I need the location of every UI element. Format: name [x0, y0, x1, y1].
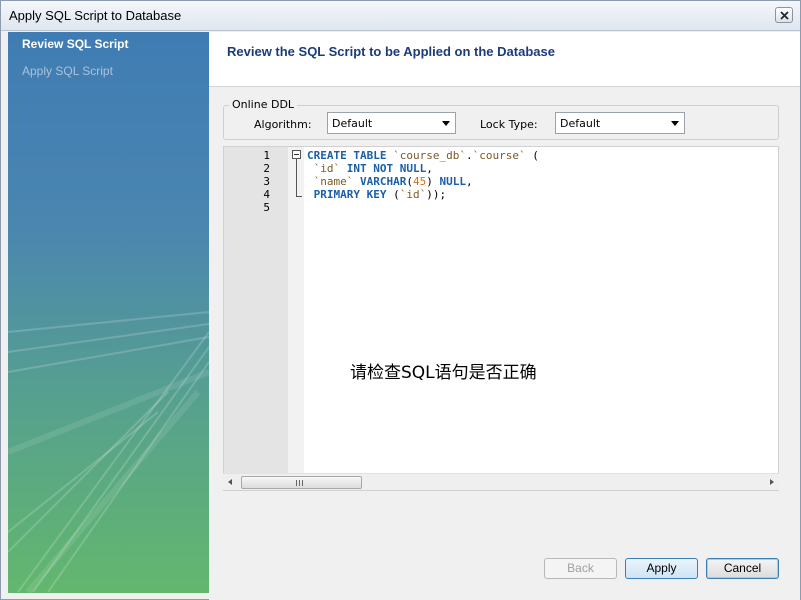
sql-number: 45 [412, 175, 427, 188]
apply-button[interactable]: Apply [625, 558, 698, 579]
grip-icon [296, 480, 303, 486]
sql-identifier: `id` [399, 188, 427, 201]
algorithm-value: Default [332, 117, 373, 130]
sql-keyword: VARCHAR [360, 175, 407, 188]
sql-identifier: `course` [472, 149, 526, 162]
fold-end [296, 196, 302, 197]
algorithm-select[interactable]: Default [327, 112, 456, 134]
algorithm-label: Algorithm: [254, 118, 312, 131]
code-line: PRIMARY KEY (`id`)); [307, 188, 446, 201]
sql-text: , [426, 162, 433, 175]
cancel-button[interactable]: Cancel [706, 558, 779, 579]
line-number-gutter: 1 2 3 4 5 [224, 147, 288, 490]
online-ddl-legend: Online DDL [229, 98, 298, 111]
page-header: Review the SQL Script to be Applied on t… [209, 32, 800, 87]
sql-keyword: CREATE TABLE [307, 149, 387, 162]
line-number: 4 [263, 188, 270, 201]
annotation-text: 请检查SQL语句是否正确 [350, 363, 537, 383]
line-number: 3 [263, 175, 270, 188]
chevron-down-icon [671, 121, 679, 126]
sql-text: . [465, 149, 473, 162]
sql-identifier: `id` [313, 162, 341, 175]
scroll-right-icon[interactable] [770, 479, 774, 485]
sql-identifier: `name` [313, 175, 354, 188]
sidebar-decoration [8, 311, 209, 593]
fold-line [296, 159, 297, 197]
scroll-left-icon[interactable] [228, 479, 232, 485]
lock-type-select[interactable]: Default [555, 112, 685, 134]
wizard-sidebar: Review SQL Script Apply SQL Script [8, 32, 209, 593]
sql-identifier: `course_db` [393, 149, 466, 162]
step-apply-sql-script: Apply SQL Script [22, 64, 113, 78]
dialog-window: Apply SQL Script to Database Review SQL … [0, 0, 801, 600]
code-line: `name` VARCHAR(45) NULL, [307, 175, 473, 188]
code-line: `id` INT NOT NULL, [307, 162, 433, 175]
close-icon [780, 11, 789, 20]
line-number: 2 [263, 162, 270, 175]
window-title: Apply SQL Script to Database [9, 8, 182, 23]
sql-keyword: PRIMARY KEY [313, 188, 387, 201]
step-review-sql-script: Review SQL Script [22, 37, 129, 51]
sql-text: ( [406, 175, 413, 188]
sql-text: , [465, 175, 473, 188]
line-number: 1 [263, 149, 270, 162]
sql-text: )); [426, 188, 447, 201]
close-button[interactable] [775, 7, 793, 23]
lock-type-value: Default [560, 117, 601, 130]
code-line: CREATE TABLE `course_db`.`course` ( [307, 149, 539, 162]
sql-text: ( [525, 149, 539, 162]
title-bar[interactable]: Apply SQL Script to Database [1, 1, 800, 31]
sql-keyword: INT NOT NULL [346, 162, 427, 175]
sql-text: ( [386, 188, 400, 201]
lock-type-label: Lock Type: [480, 118, 538, 131]
online-ddl-group: Online DDL Algorithm: Default Lock Type:… [223, 98, 779, 140]
scrollbar-thumb[interactable] [241, 476, 362, 489]
back-button[interactable]: Back [544, 558, 617, 579]
fold-margin [288, 147, 304, 490]
sql-keyword: NULL [439, 175, 466, 188]
horizontal-scrollbar[interactable] [223, 473, 779, 490]
wizard-content: Review the SQL Script to be Applied on t… [209, 32, 800, 600]
sql-editor[interactable]: 1 2 3 4 5 CREATE TABLE `course_db`.`cour… [223, 146, 779, 491]
line-number: 5 [263, 201, 270, 214]
sql-text: ) [426, 175, 440, 188]
chevron-down-icon [442, 121, 450, 126]
page-title: Review the SQL Script to be Applied on t… [227, 44, 555, 59]
fold-toggle-icon[interactable] [292, 150, 301, 159]
